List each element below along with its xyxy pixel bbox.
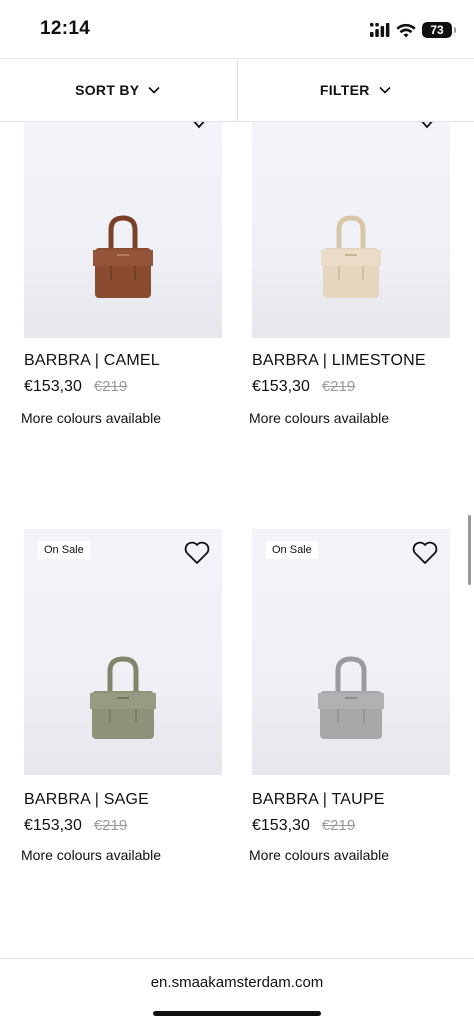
home-indicator[interactable]	[153, 1011, 321, 1016]
filter-label: FILTER	[319, 82, 370, 98]
product-name[interactable]: BARBRA | CAMEL	[24, 352, 160, 370]
product-name[interactable]: BARBRA | TAUPE	[252, 791, 385, 809]
original-price: €219	[321, 817, 356, 834]
cellular-signal-icon	[370, 23, 390, 37]
chevron-down-icon	[148, 86, 160, 94]
sale-price: €153,30	[252, 817, 310, 834]
more-colours-text: More colours available	[249, 847, 390, 863]
more-colours-text: More colours available	[21, 847, 162, 863]
status-icons: 73	[370, 20, 456, 40]
product-image[interactable]: On Sale	[24, 529, 222, 775]
product-card[interactable]: BARBRA | CAMEL €153,30 €219 More colours…	[21, 122, 222, 442]
battery-level: 73	[430, 23, 444, 37]
scrollbar[interactable]	[468, 515, 471, 585]
sale-price: €153,30	[24, 378, 82, 395]
price-row: €153,30 €219	[252, 378, 355, 396]
sale-price: €153,30	[24, 817, 82, 834]
browser-address-bar[interactable]: en.smaakamsterdam.com	[0, 958, 474, 1025]
url-text[interactable]: en.smaakamsterdam.com	[0, 974, 474, 991]
heart-icon[interactable]	[412, 541, 438, 565]
wifi-icon	[396, 23, 416, 37]
more-colours-text: More colours available	[21, 410, 162, 426]
filter-button[interactable]: FILTER	[236, 59, 474, 121]
price-row: €153,30 €219	[24, 378, 127, 396]
heart-icon[interactable]	[190, 122, 208, 130]
battery-icon: 73	[422, 22, 456, 38]
handbag-image	[318, 656, 384, 739]
product-card[interactable]: On Sale BARBRA | TAUPE €153,30 €219 More…	[249, 529, 450, 869]
sale-price: €153,30	[252, 378, 310, 395]
status-time: 12:14	[40, 18, 91, 39]
on-sale-badge: On Sale	[38, 541, 90, 559]
heart-icon[interactable]	[184, 541, 210, 565]
product-image[interactable]	[252, 122, 450, 338]
handbag-image	[93, 215, 153, 298]
sort-filter-bar: SORT BY FILTER	[0, 58, 474, 122]
product-name[interactable]: BARBRA | LIMESTONE	[252, 352, 426, 370]
original-price: €219	[321, 378, 356, 395]
product-image[interactable]	[24, 122, 222, 338]
price-row: €153,30 €219	[24, 817, 127, 835]
heart-icon[interactable]	[418, 122, 436, 130]
product-card[interactable]: On Sale BARBRA | SAGE €153,30 €219 More …	[21, 529, 222, 869]
handbag-image	[321, 215, 381, 298]
chevron-down-icon	[379, 86, 391, 94]
more-colours-text: More colours available	[249, 410, 390, 426]
product-card[interactable]: BARBRA | LIMESTONE €153,30 €219 More col…	[249, 122, 450, 442]
price-row: €153,30 €219	[252, 817, 355, 835]
original-price: €219	[93, 817, 128, 834]
status-bar: 12:14 73	[0, 0, 474, 58]
on-sale-badge: On Sale	[266, 541, 318, 559]
product-image[interactable]: On Sale	[252, 529, 450, 775]
original-price: €219	[93, 378, 128, 395]
product-name[interactable]: BARBRA | SAGE	[24, 791, 149, 809]
sort-by-label: SORT BY	[75, 82, 140, 98]
sort-by-button[interactable]: SORT BY	[0, 59, 237, 121]
handbag-image	[90, 656, 156, 739]
